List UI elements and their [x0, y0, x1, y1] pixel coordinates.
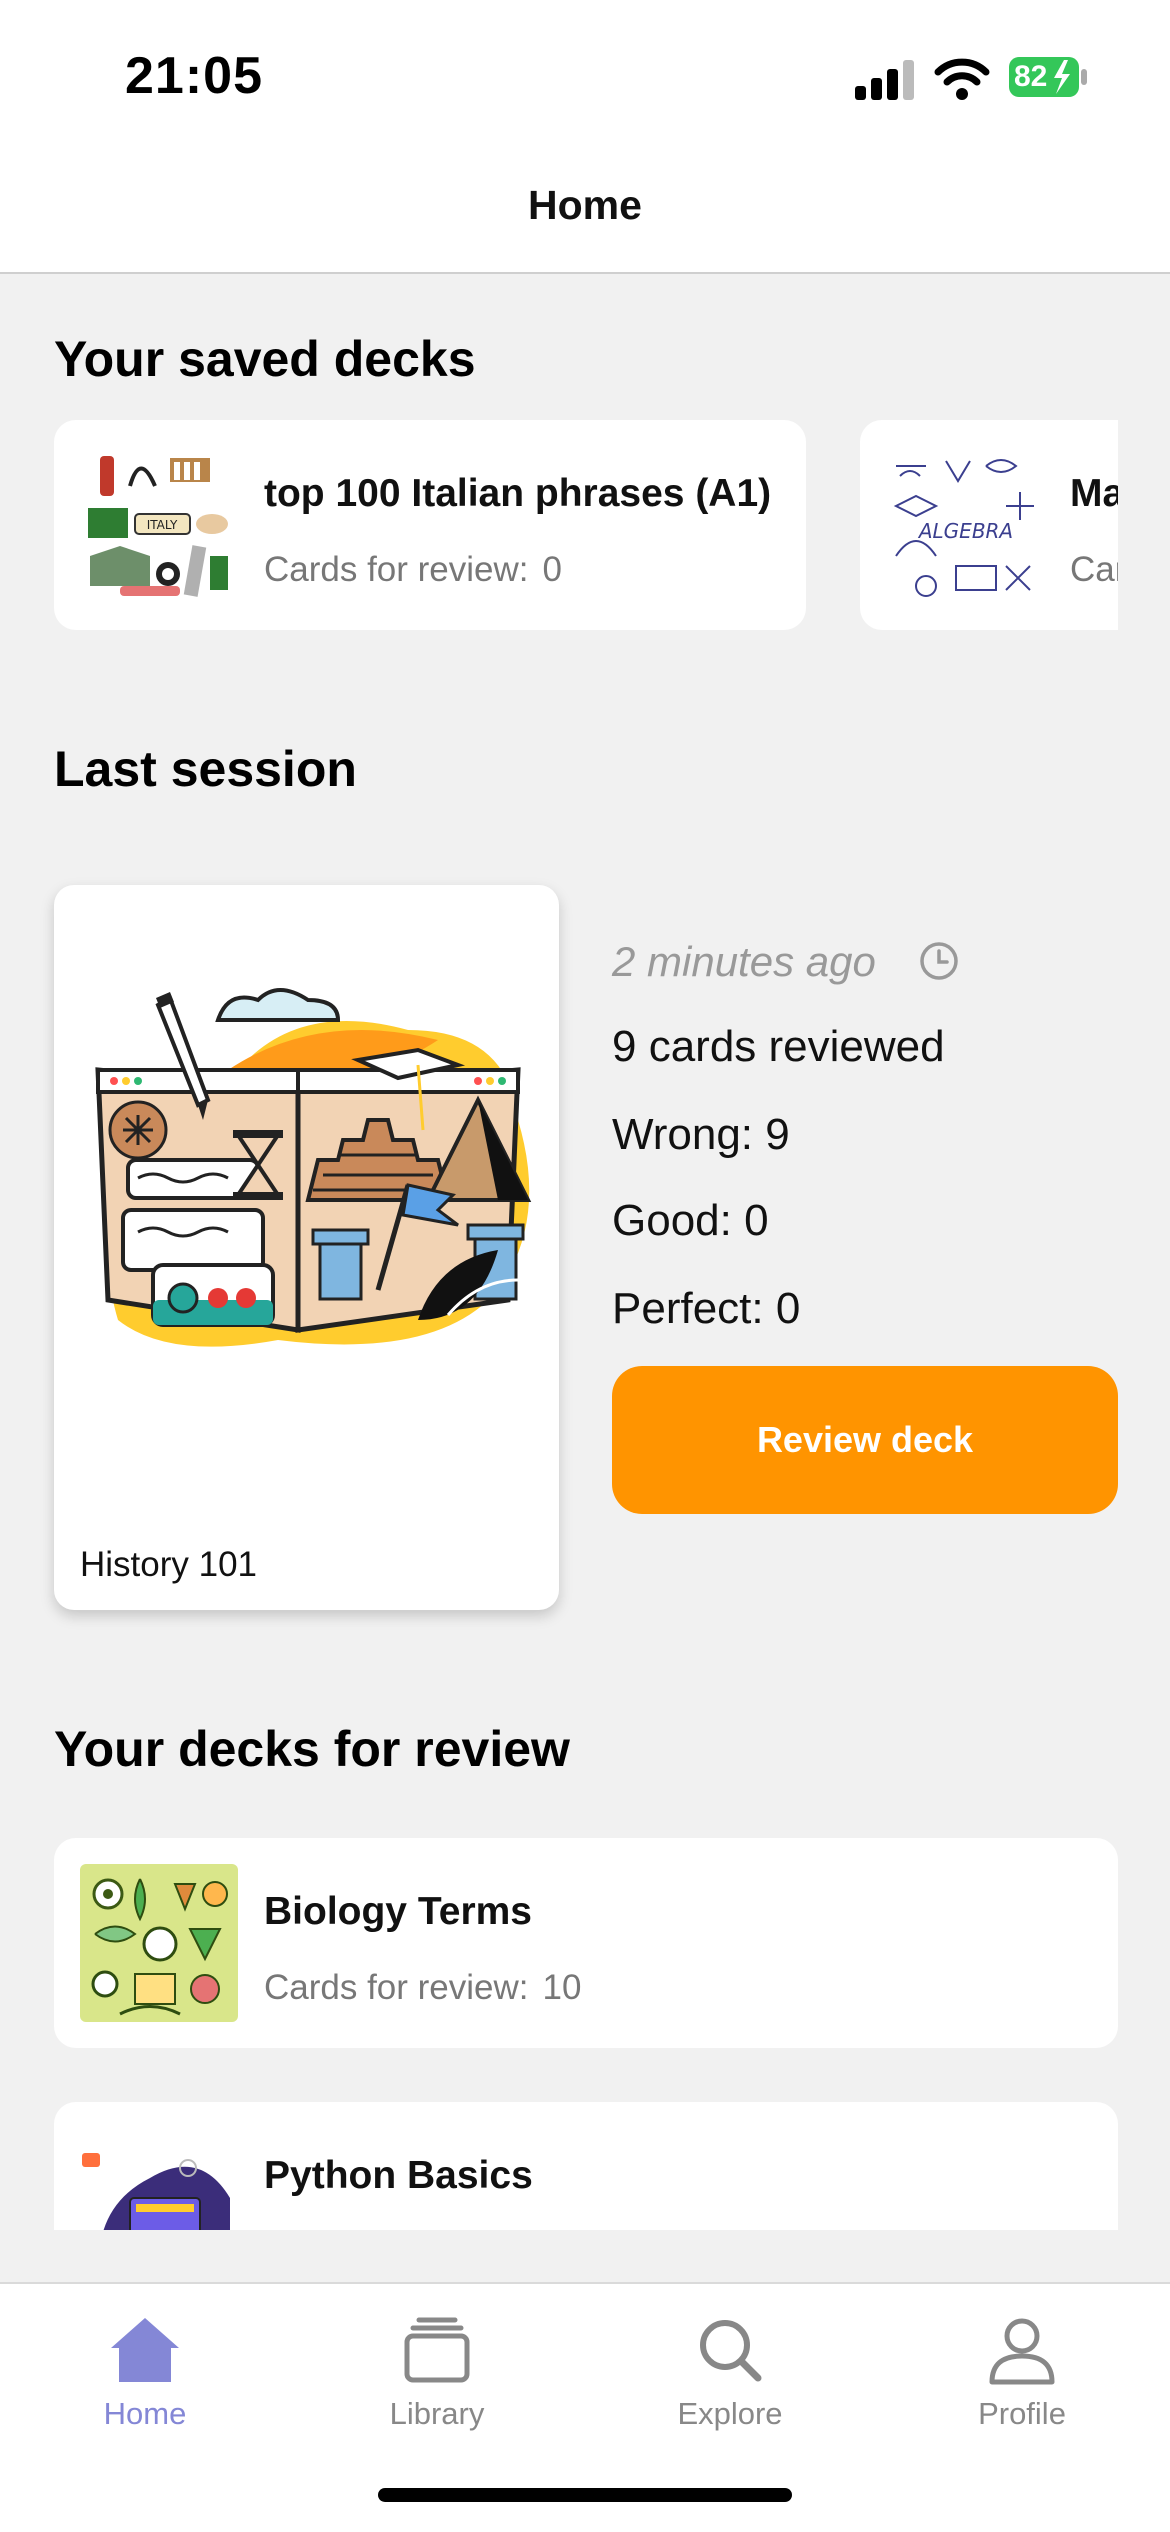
last-session-deck-card[interactable]: History 101	[54, 885, 559, 1610]
cards-for-review: Cards for review: 10	[264, 1968, 581, 2008]
tab-home[interactable]: Home	[45, 2314, 245, 2444]
battery-level: 82	[1014, 60, 1048, 93]
tab-explore[interactable]: Explore	[630, 2314, 830, 2444]
saved-deck-card[interactable]: ALGEBRA Ma Car	[860, 420, 1118, 630]
profile-icon	[989, 2318, 1055, 2385]
cellular-signal-icon	[855, 60, 914, 100]
wrong-count: Wrong: 9	[612, 1110, 790, 1159]
home-indicator[interactable]	[378, 2488, 792, 2502]
clock-icon	[920, 942, 958, 980]
cards-for-review-label: Car	[1070, 550, 1118, 589]
decks-for-review-title: Your decks for review	[54, 1721, 570, 1777]
nav-header: Home	[0, 150, 1170, 274]
tab-label: Profile	[978, 2396, 1066, 2431]
review-deck-card[interactable]: Python Basics	[54, 2102, 1118, 2230]
biology-doodles-thumbnail	[80, 1864, 238, 2022]
last-session-title: Last session	[54, 741, 357, 797]
tab-label: Library	[389, 2396, 485, 2431]
cards-for-review-count: 0	[542, 550, 562, 589]
cards-for-review: Car	[1070, 550, 1118, 590]
saved-decks-carousel[interactable]: ITALY top 100 Italian phrases (A1) Cards…	[0, 420, 1118, 635]
italy-collage-thumbnail: ITALY	[80, 446, 238, 604]
deck-name: Python Basics	[264, 2154, 533, 2197]
deck-name: Biology Terms	[264, 1890, 532, 1933]
session-time-ago: 2 minutes ago	[612, 938, 876, 985]
cards-for-review: Cards for review: 0	[264, 550, 562, 590]
history-illustration	[95, 988, 532, 1347]
tab-label: Explore	[677, 2396, 783, 2431]
library-icon	[404, 2317, 470, 2383]
thumb-text: ALGEBRA	[917, 519, 1013, 543]
cards-for-review-label: Cards for review:	[264, 550, 529, 589]
page-title: Home	[528, 182, 642, 228]
status-bar: 21:05 82	[0, 0, 1170, 150]
wifi-icon	[934, 58, 990, 100]
perfect-count: Perfect: 0	[612, 1284, 801, 1333]
tab-label: Home	[103, 2396, 187, 2431]
last-session-deck-name: History 101	[80, 1545, 258, 1584]
cards-for-review-count: 10	[542, 1968, 582, 2007]
cards-reviewed: 9 cards reviewed	[612, 1022, 945, 1071]
review-decks-list[interactable]: Biology Terms Cards for review: 10 Python…	[54, 1838, 1118, 2230]
saved-decks-title: Your saved decks	[54, 331, 476, 387]
saved-deck-card[interactable]: ITALY top 100 Italian phrases (A1) Cards…	[54, 420, 806, 630]
cards-for-review-label: Cards for review:	[264, 1968, 529, 2007]
good-count: Good: 0	[612, 1196, 769, 1245]
deck-name: Ma	[1070, 472, 1118, 515]
algebra-doodles-thumbnail: ALGEBRA	[886, 446, 1044, 604]
tab-profile[interactable]: Profile	[922, 2314, 1122, 2444]
status-time: 21:05	[125, 47, 263, 105]
python-illustration-thumbnail	[80, 2128, 238, 2230]
thumb-text: ITALY	[147, 518, 178, 532]
deck-name: top 100 Italian phrases (A1)	[264, 472, 772, 515]
search-icon	[700, 2320, 762, 2382]
home-icon	[111, 2318, 179, 2382]
review-deck-card[interactable]: Biology Terms Cards for review: 10	[54, 1838, 1118, 2048]
tab-library[interactable]: Library	[337, 2314, 537, 2444]
review-deck-button[interactable]: Review deck	[612, 1366, 1118, 1514]
